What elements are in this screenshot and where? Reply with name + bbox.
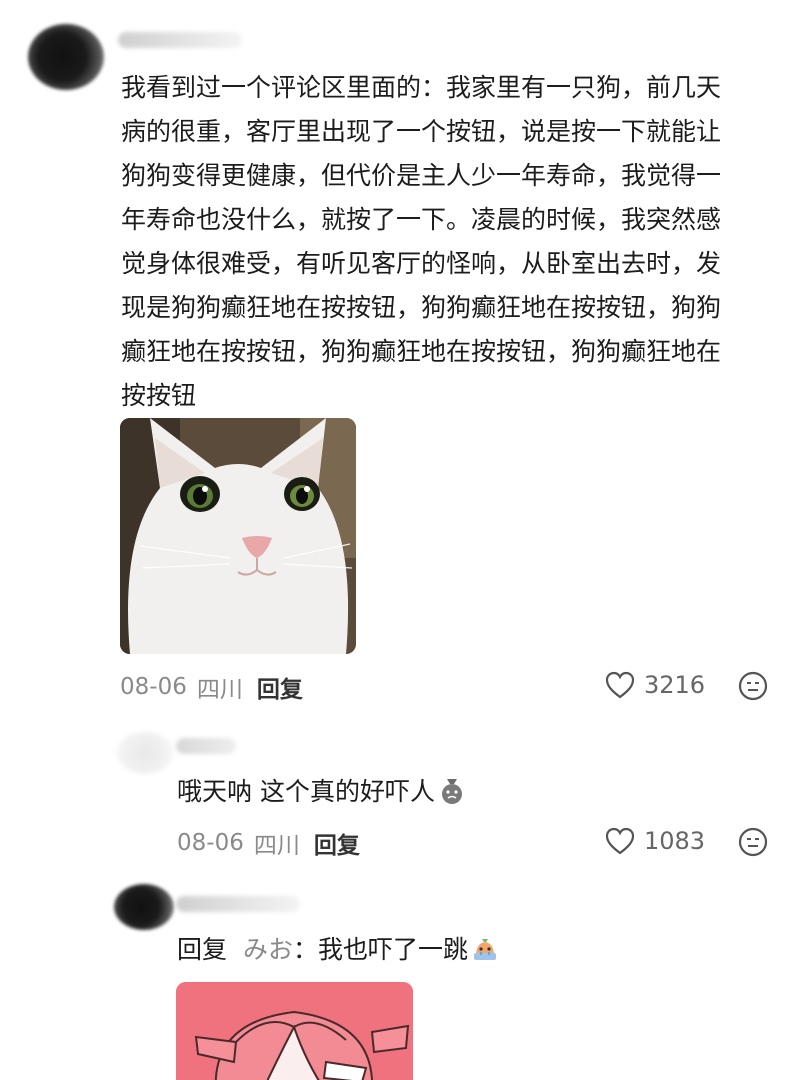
like-button[interactable]: 3216 (604, 670, 705, 700)
avatar[interactable] (28, 24, 104, 90)
comment-line: 按按钮 (121, 381, 197, 410)
reply-colon: ： (292, 935, 318, 964)
anime-sticker-image[interactable] (176, 982, 413, 1080)
reply-prefix: 回复 (177, 935, 228, 964)
comment-line: 觉身体很难受，有听见客厅的怪响，从卧室出去时，发 (121, 249, 722, 278)
reply-text: 回复 みお：我也吓了一跳 (177, 928, 500, 972)
crying-emoji-icon (474, 939, 497, 960)
reply-mention[interactable]: みお (243, 935, 293, 964)
money-bag-emoji-icon (441, 779, 462, 804)
comment-line: 现是狗狗癫狂地在按按钮，狗狗癫狂地在按按钮，狗狗 (121, 293, 722, 322)
reply-text-content: 我也吓了一跳 (318, 935, 469, 964)
username[interactable] (118, 32, 242, 48)
username[interactable] (176, 738, 236, 754)
reply-button[interactable]: 回复 (257, 670, 303, 704)
reply-text-content: 哦天呐 这个真的好吓人 (177, 777, 435, 806)
comment-location: 四川 (196, 677, 243, 703)
anime-illustration (176, 982, 413, 1080)
like-count: 1083 (644, 827, 706, 855)
comment-line: 年寿命也没什么，就按了一下。凌晨的时候，我突然感 (121, 205, 722, 234)
reply-meta: 08-06 四川 回复 (177, 826, 360, 860)
like-button[interactable]: 1083 (604, 826, 705, 856)
reply-text: 哦天呐 这个真的好吓人 (177, 770, 467, 814)
like-count: 3216 (644, 671, 706, 699)
comment-meta: 08-06 四川 回复 (120, 670, 303, 704)
reply-button[interactable]: 回复 (314, 826, 360, 860)
avatar[interactable] (114, 884, 174, 930)
username[interactable] (176, 896, 300, 912)
comment-text: 我看到过一个评论区里面的：我家里有一只狗，前几天 病的很重，客厅里出现了一个按钮… (121, 66, 781, 418)
comment-line: 狗狗变得更健康，但代价是主人少一年寿命，我觉得一 (121, 161, 722, 190)
heart-outline-icon (605, 827, 635, 855)
cat-photo[interactable] (120, 418, 356, 654)
avatar[interactable] (116, 732, 174, 774)
comment-line: 癫狂地在按按钮，狗狗癫狂地在按按钮，狗狗癫狂地在 (121, 337, 722, 366)
comment-line: 病的很重，客厅里出现了一个按钮，说是按一下就能让 (121, 117, 722, 146)
cat-illustration (120, 418, 356, 654)
neutral-face-icon[interactable] (738, 827, 768, 857)
comment-line: 我看到过一个评论区里面的：我家里有一只狗，前几天 (121, 73, 722, 102)
reply-date: 08-06 (177, 830, 244, 856)
neutral-face-icon[interactable] (738, 671, 768, 701)
reply-location: 四川 (253, 833, 300, 859)
heart-outline-icon (605, 671, 635, 699)
comment-date: 08-06 (120, 674, 187, 700)
